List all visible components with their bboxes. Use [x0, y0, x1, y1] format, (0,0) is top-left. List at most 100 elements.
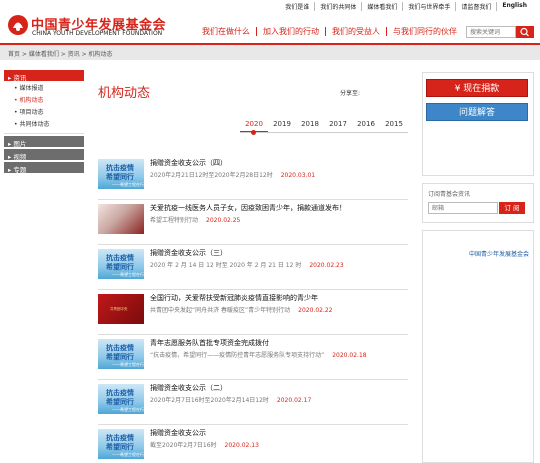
breadcrumb: 首页 > 媒体看我们 > 资讯 > 机构动态	[0, 45, 540, 60]
news-desc-text: 2020 年 2 月 14 日 12 时至 2020 年 2 月 21 日 12…	[150, 262, 302, 269]
news-title[interactable]: 全国行动，关爱帮扶受新冠肺炎疫情直接影响的青少年	[150, 293, 318, 303]
thumb-line-2: 希望同行	[106, 353, 134, 361]
sidebar-subitem-org-news[interactable]: 机构动态	[4, 95, 84, 107]
news-desc: 2020 年 2 月 14 日 12 时至 2020 年 2 月 21 日 12…	[150, 260, 344, 269]
top-links: 我们是谁 我们的共同体 媒体看我们 我们与世界牵手 请监督我们 English	[280, 2, 532, 11]
news-date: 2020.02.18	[332, 352, 367, 359]
news-thumbnail[interactable]: 抗击疫情 希望同行 ——希望工程在行动	[98, 339, 148, 369]
donate-button[interactable]: ¥ 现在捐款	[426, 79, 528, 97]
tab-year-2015[interactable]: 2015	[380, 120, 408, 132]
nav-what-we-do[interactable]: 我们在做什么	[196, 27, 256, 36]
thumb-line-2: 希望同行	[106, 263, 134, 271]
tab-year-2017[interactable]: 2017	[324, 120, 352, 132]
thumb-line-3: ——希望工程在行动	[112, 407, 148, 412]
list-item[interactable]: 抗击疫情 希望同行 ——希望工程在行动 捐赠资金收支公示 截至2020年2月7日…	[98, 426, 408, 463]
news-desc-text: 2020年2月21日12时至2020年2月28日12时	[150, 172, 273, 179]
year-tabs: 2020 2019 2018 2017 2016 2015	[240, 120, 408, 132]
top-link-media[interactable]: 媒体看我们	[361, 2, 402, 11]
nav-beneficiaries[interactable]: 我们的受益人	[325, 27, 386, 36]
news-date: 2020.02.25	[206, 217, 241, 224]
news-thumbnail[interactable]: 抗击疫情 希望同行 ——希望工程在行动	[98, 384, 148, 414]
logo-english: CHINA YOUTH DEVELOPMENT FOUNDATION	[32, 30, 163, 37]
sidebar-item-news[interactable]: 资讯	[4, 70, 84, 82]
news-thumbnail[interactable]: 共青团中央	[98, 294, 144, 324]
news-title[interactable]: 捐赠资金收支公示	[150, 428, 206, 438]
top-link-world[interactable]: 我们与世界牵手	[402, 2, 455, 11]
thumb-line-2: 希望同行	[106, 398, 134, 406]
tab-year-2016[interactable]: 2016	[352, 120, 380, 132]
tab-year-2018[interactable]: 2018	[296, 120, 324, 132]
sidebar-item-videos[interactable]: 视频	[4, 149, 84, 161]
top-link-supervise[interactable]: 请监督我们	[455, 2, 496, 11]
tab-year-2020[interactable]: 2020	[240, 120, 268, 132]
news-date: 2020.02.13	[224, 442, 259, 449]
thumb-line-2: 希望同行	[106, 173, 134, 181]
news-date: 2020.03.01	[280, 172, 316, 179]
share-label[interactable]: 分享至:	[340, 88, 360, 97]
thumb-line-3: ——希望工程在行动	[112, 182, 148, 187]
search-icon	[520, 27, 529, 37]
thumb-line-1: 共青团中央	[110, 307, 128, 311]
list-item[interactable]: 共青团中央 全国行动，关爱帮扶受新冠肺炎疫情直接影响的青少年 共青团中央发起“同…	[98, 291, 408, 335]
news-desc-text: 希望工程特别行动	[150, 217, 199, 224]
news-desc: 2020年2月7日16时至2020年2月14日12时 2020.02.17	[150, 395, 311, 404]
news-thumbnail[interactable]: 抗击疫情 希望同行 ——希望工程在行动	[98, 249, 148, 279]
news-desc-text: 共青团中央发起“同舟共济 春暖疫区”青少年特别行动	[150, 307, 291, 314]
subscribe-title: 订阅青基会资讯	[428, 191, 471, 198]
top-link-community[interactable]: 我们的共同体	[314, 2, 361, 11]
list-item[interactable]: 抗击疫情 希望同行 ——希望工程在行动 捐赠资金收支公示（三） 2020 年 2…	[98, 246, 408, 290]
top-link-who[interactable]: 我们是谁	[280, 2, 314, 11]
news-thumbnail[interactable]	[98, 204, 144, 234]
search-button[interactable]	[516, 26, 534, 38]
list-item[interactable]: 抗击疫情 希望同行 ——希望工程在行动 捐赠资金收支公示（四） 2020年2月2…	[98, 156, 408, 200]
thumb-line-3: ——希望工程在行动	[112, 452, 148, 457]
news-title[interactable]: 关爱抗疫一线医务人员子女，因疫致困青少年，捐款通道发布！	[150, 203, 346, 213]
news-title[interactable]: 捐赠资金收支公示（三）	[150, 248, 227, 258]
news-desc-text: 2020年2月7日16时至2020年2月14日12时	[150, 397, 269, 404]
page-title: 机构动态	[98, 86, 151, 101]
logo-mark-icon	[8, 15, 28, 35]
list-item[interactable]: 抗击疫情 希望同行 ——希望工程在行动 捐赠资金收支公示（二） 2020年2月7…	[98, 381, 408, 425]
left-sidebar: 资讯 媒体报道 机构动态 项目动态 共同体动态 图片 视频 专题	[4, 70, 84, 175]
thumb-line-2: 希望同行	[106, 443, 134, 451]
news-thumbnail[interactable]: 抗击疫情 希望同行 ——希望工程在行动	[98, 159, 148, 189]
thumb-line-3: ——希望工程在行动	[112, 362, 148, 367]
sidebar-subitem-media-reports[interactable]: 媒体报道	[4, 83, 84, 95]
sidebar-item-pictures[interactable]: 图片	[4, 136, 84, 148]
news-date: 2020.02.22	[298, 307, 333, 314]
thumb-line-3: ——希望工程在行动	[112, 272, 148, 277]
qr-caption: 中国青少年发展基金会	[469, 251, 530, 258]
news-title[interactable]: 捐赠资金收支公示（二）	[150, 383, 227, 393]
sidebar-subitem-community-news[interactable]: 共同体动态	[4, 119, 84, 131]
news-desc-text: “抗击疫情，希望同行——疫情防控青年志愿服务队专项支持行动”	[150, 352, 325, 359]
news-list: 抗击疫情 希望同行 ——希望工程在行动 捐赠资金收支公示（四） 2020年2月2…	[98, 156, 408, 463]
news-desc: 共青团中央发起“同舟共济 春暖疫区”青少年特别行动 2020.02.22	[150, 305, 333, 314]
news-desc: 2020年2月21日12时至2020年2月28日12时 2020.03.01	[150, 170, 315, 179]
news-desc-text: 截至2020年2月7日16时	[150, 442, 217, 449]
qr-panel: 中国青少年发展基金会	[422, 230, 534, 463]
nav-join-us[interactable]: 加入我们的行动	[256, 27, 325, 36]
faq-button[interactable]: 问题解答	[426, 103, 528, 121]
sidebar-item-topics[interactable]: 专题	[4, 162, 84, 174]
subscribe-panel: 订阅青基会资讯 订 阅	[422, 183, 534, 223]
nav-partners[interactable]: 与我们同行的伙伴	[386, 27, 463, 36]
top-link-english[interactable]: English	[496, 2, 532, 11]
news-date: 2020.02.17	[276, 397, 312, 404]
news-thumbnail[interactable]: 抗击疫情 希望同行 ——希望工程在行动	[98, 429, 148, 459]
email-field[interactable]	[428, 202, 498, 214]
sidebar-subitem-project-news[interactable]: 项目动态	[4, 107, 84, 119]
sidebar-news-submenu: 媒体报道 机构动态 项目动态 共同体动态	[4, 83, 84, 134]
subscribe-button[interactable]: 订 阅	[499, 202, 525, 214]
news-desc: “抗击疫情，希望同行——疫情防控青年志愿服务队专项支持行动” 2020.02.18	[150, 350, 367, 359]
list-item[interactable]: 抗击疫情 希望同行 ——希望工程在行动 青年志愿服务队首批专项资金完成拨付 “抗…	[98, 336, 408, 380]
news-title[interactable]: 青年志愿服务队首批专项资金完成拨付	[150, 338, 269, 348]
news-date: 2020.02.23	[309, 262, 344, 269]
news-title[interactable]: 捐赠资金收支公示（四）	[150, 158, 227, 168]
site-logo[interactable]: 中国青少年发展基金会 CHINA YOUTH DEVELOPMENT FOUND…	[6, 12, 186, 38]
search-input[interactable]	[466, 26, 516, 38]
main-nav: 我们在做什么 加入我们的行动 我们的受益人 与我们同行的伙伴	[196, 27, 463, 36]
news-desc: 希望工程特别行动 2020.02.25	[150, 215, 240, 224]
tab-year-2019[interactable]: 2019	[268, 120, 296, 132]
list-item[interactable]: 关爱抗疫一线医务人员子女，因疫致困青少年，捐款通道发布！ 希望工程特别行动 202…	[98, 201, 408, 245]
year-timeline-line	[240, 132, 408, 133]
